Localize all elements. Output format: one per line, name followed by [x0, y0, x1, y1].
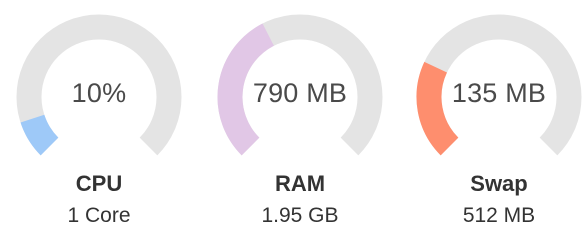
swap-total: 512 MB	[462, 204, 536, 227]
ram-usage-value: 790 MB	[252, 78, 348, 108]
swap-label: Swap	[470, 171, 528, 196]
ram-gauge: 790 MB RAM 1.95 GB	[217, 0, 400, 246]
swap-usage-value: 135 MB	[451, 78, 547, 108]
swap-gauge: 135 MB Swap 512 MB	[416, 0, 588, 246]
cpu-gauge: 10% CPU 1 Core	[16, 0, 199, 246]
ram-label: RAM	[274, 171, 326, 196]
ram-total: 1.95 GB	[261, 204, 339, 227]
cpu-cores: 1 Core	[67, 204, 131, 227]
cpu-usage-value: 10%	[71, 78, 127, 108]
cpu-label: CPU	[75, 171, 123, 196]
cpu-gauge-fill	[20, 114, 59, 156]
